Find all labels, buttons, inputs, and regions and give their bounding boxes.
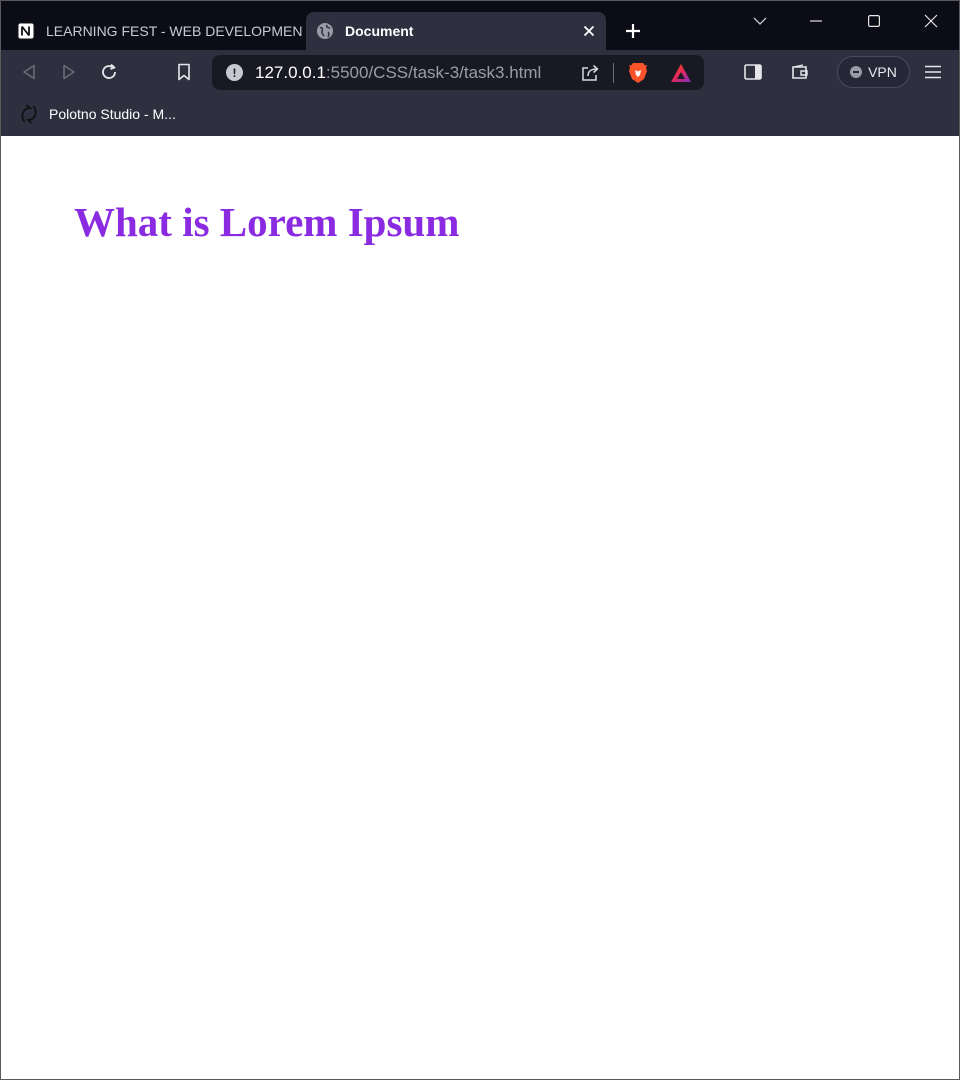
divider: [613, 63, 614, 83]
notion-icon: [17, 22, 35, 40]
tab-search-chevron-down-icon[interactable]: [737, 1, 783, 41]
tab-strip: LEARNING FEST - WEB DEVELOPMENT Document: [1, 1, 959, 50]
close-tab-icon[interactable]: [578, 20, 600, 42]
wallet-icon[interactable]: [786, 58, 814, 86]
url-host: 127.0.0.1: [255, 63, 326, 82]
brave-rewards-icon[interactable]: [669, 61, 693, 85]
address-bar[interactable]: ! 127.0.0.1:5500/CSS/task-3/task3.html: [212, 55, 704, 90]
browser-window: LEARNING FEST - WEB DEVELOPMENT Document: [0, 0, 960, 1080]
share-icon[interactable]: [578, 61, 602, 85]
reload-button[interactable]: [95, 58, 123, 86]
back-button[interactable]: [15, 58, 43, 86]
bookmark-polotno-studio[interactable]: Polotno Studio - M...: [19, 101, 176, 127]
bookmark-icon[interactable]: [170, 58, 198, 86]
bookmarks-bar: Polotno Studio - M...: [1, 95, 959, 136]
url-text: 127.0.0.1:5500/CSS/task-3/task3.html: [255, 63, 541, 83]
new-tab-button[interactable]: [620, 18, 646, 44]
navigation-toolbar: ! 127.0.0.1:5500/CSS/task-3/task3.html V…: [1, 50, 959, 95]
brave-shields-icon[interactable]: [627, 61, 649, 85]
sidebar-toggle-icon[interactable]: [739, 58, 767, 86]
site-info-icon[interactable]: !: [226, 64, 243, 81]
page-content: What is Lorem Ipsum: [1, 136, 959, 1079]
close-window-button[interactable]: [908, 1, 954, 41]
polotno-icon: [19, 104, 39, 124]
menu-icon[interactable]: [919, 58, 947, 86]
page-heading: What is Lorem Ipsum: [74, 199, 460, 245]
tab-title: Document: [345, 23, 414, 39]
vpn-label: VPN: [868, 64, 897, 80]
vpn-status-icon: [850, 66, 863, 78]
globe-icon: [316, 22, 334, 40]
url-path: :5500/CSS/task-3/task3.html: [325, 63, 542, 82]
vpn-button[interactable]: VPN: [837, 56, 910, 88]
maximize-button[interactable]: [851, 1, 897, 41]
tab-title: LEARNING FEST - WEB DEVELOPMENT: [46, 23, 303, 39]
tab-document[interactable]: Document: [306, 12, 606, 50]
forward-button[interactable]: [55, 58, 83, 86]
tab-learning-fest[interactable]: LEARNING FEST - WEB DEVELOPMENT: [7, 12, 303, 50]
minimize-button[interactable]: [793, 1, 839, 41]
bookmark-label: Polotno Studio - M...: [49, 106, 176, 122]
